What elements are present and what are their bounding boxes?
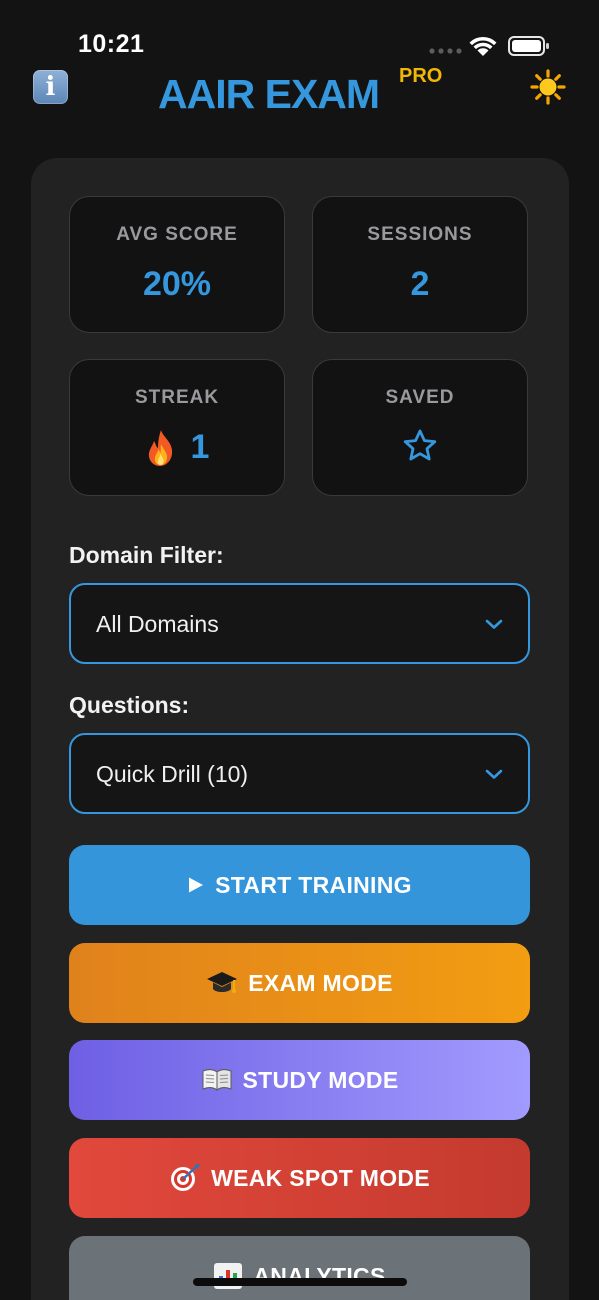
domain-filter-select[interactable]: All Domains xyxy=(69,583,530,664)
start-training-label: START TRAINING xyxy=(215,871,412,898)
weak-spot-mode-label: WEAK SPOT MODE xyxy=(211,1164,430,1191)
home-indicator[interactable] xyxy=(193,1278,407,1286)
stat-saved[interactable]: SAVED xyxy=(312,359,528,496)
graduation-cap-icon xyxy=(207,972,238,993)
status-indicators xyxy=(428,34,552,58)
open-book-icon xyxy=(202,1069,232,1091)
stat-streak: STREAK 1 xyxy=(69,359,285,496)
stat-avg-score: AVG SCORE 20% xyxy=(69,196,285,333)
study-mode-button[interactable]: STUDY MODE xyxy=(69,1040,530,1120)
chevron-down-icon xyxy=(485,769,503,779)
fire-icon xyxy=(148,429,172,466)
stat-value: 20% xyxy=(142,265,212,303)
study-mode-label: STUDY MODE xyxy=(242,1066,399,1093)
battery-icon xyxy=(508,36,549,56)
stat-label: SAVED xyxy=(385,387,455,408)
weak-spot-mode-button[interactable]: WEAK SPOT MODE xyxy=(69,1138,530,1218)
stat-label: AVG SCORE xyxy=(116,224,238,245)
chevron-down-icon xyxy=(485,619,503,629)
app-title: AAIR EXAM xyxy=(158,71,380,117)
target-icon xyxy=(171,1164,201,1191)
questions-value: Quick Drill (10) xyxy=(96,761,249,787)
pro-badge: PRO xyxy=(399,65,443,87)
exam-mode-button[interactable]: EXAM MODE xyxy=(69,943,530,1023)
stat-sessions: SESSIONS 2 xyxy=(312,196,528,333)
domain-filter-label: Domain Filter: xyxy=(69,542,224,568)
questions-label: Questions: xyxy=(69,692,190,718)
questions-select[interactable]: Quick Drill (10) xyxy=(69,733,530,814)
stat-value-row: 1 xyxy=(70,428,284,467)
stat-label: STREAK xyxy=(134,387,220,408)
analytics-button[interactable]: ANALYTICS xyxy=(69,1236,530,1300)
status-time: 10:21 xyxy=(78,30,145,58)
play-icon xyxy=(189,877,204,893)
info-icon: i xyxy=(45,72,56,102)
star-outline-icon xyxy=(403,429,437,461)
stat-value: 1 xyxy=(190,428,210,466)
sun-icon xyxy=(530,69,566,105)
cellular-signal-icon xyxy=(429,48,462,54)
stat-value: 2 xyxy=(410,265,430,303)
wifi-icon xyxy=(469,36,497,56)
start-training-button[interactable]: START TRAINING xyxy=(69,845,530,925)
info-button[interactable]: i xyxy=(33,70,68,104)
exam-mode-label: EXAM MODE xyxy=(248,969,393,996)
theme-toggle-button[interactable] xyxy=(530,69,566,105)
stat-label: SESSIONS xyxy=(367,224,473,245)
domain-filter-value: All Domains xyxy=(96,611,219,637)
